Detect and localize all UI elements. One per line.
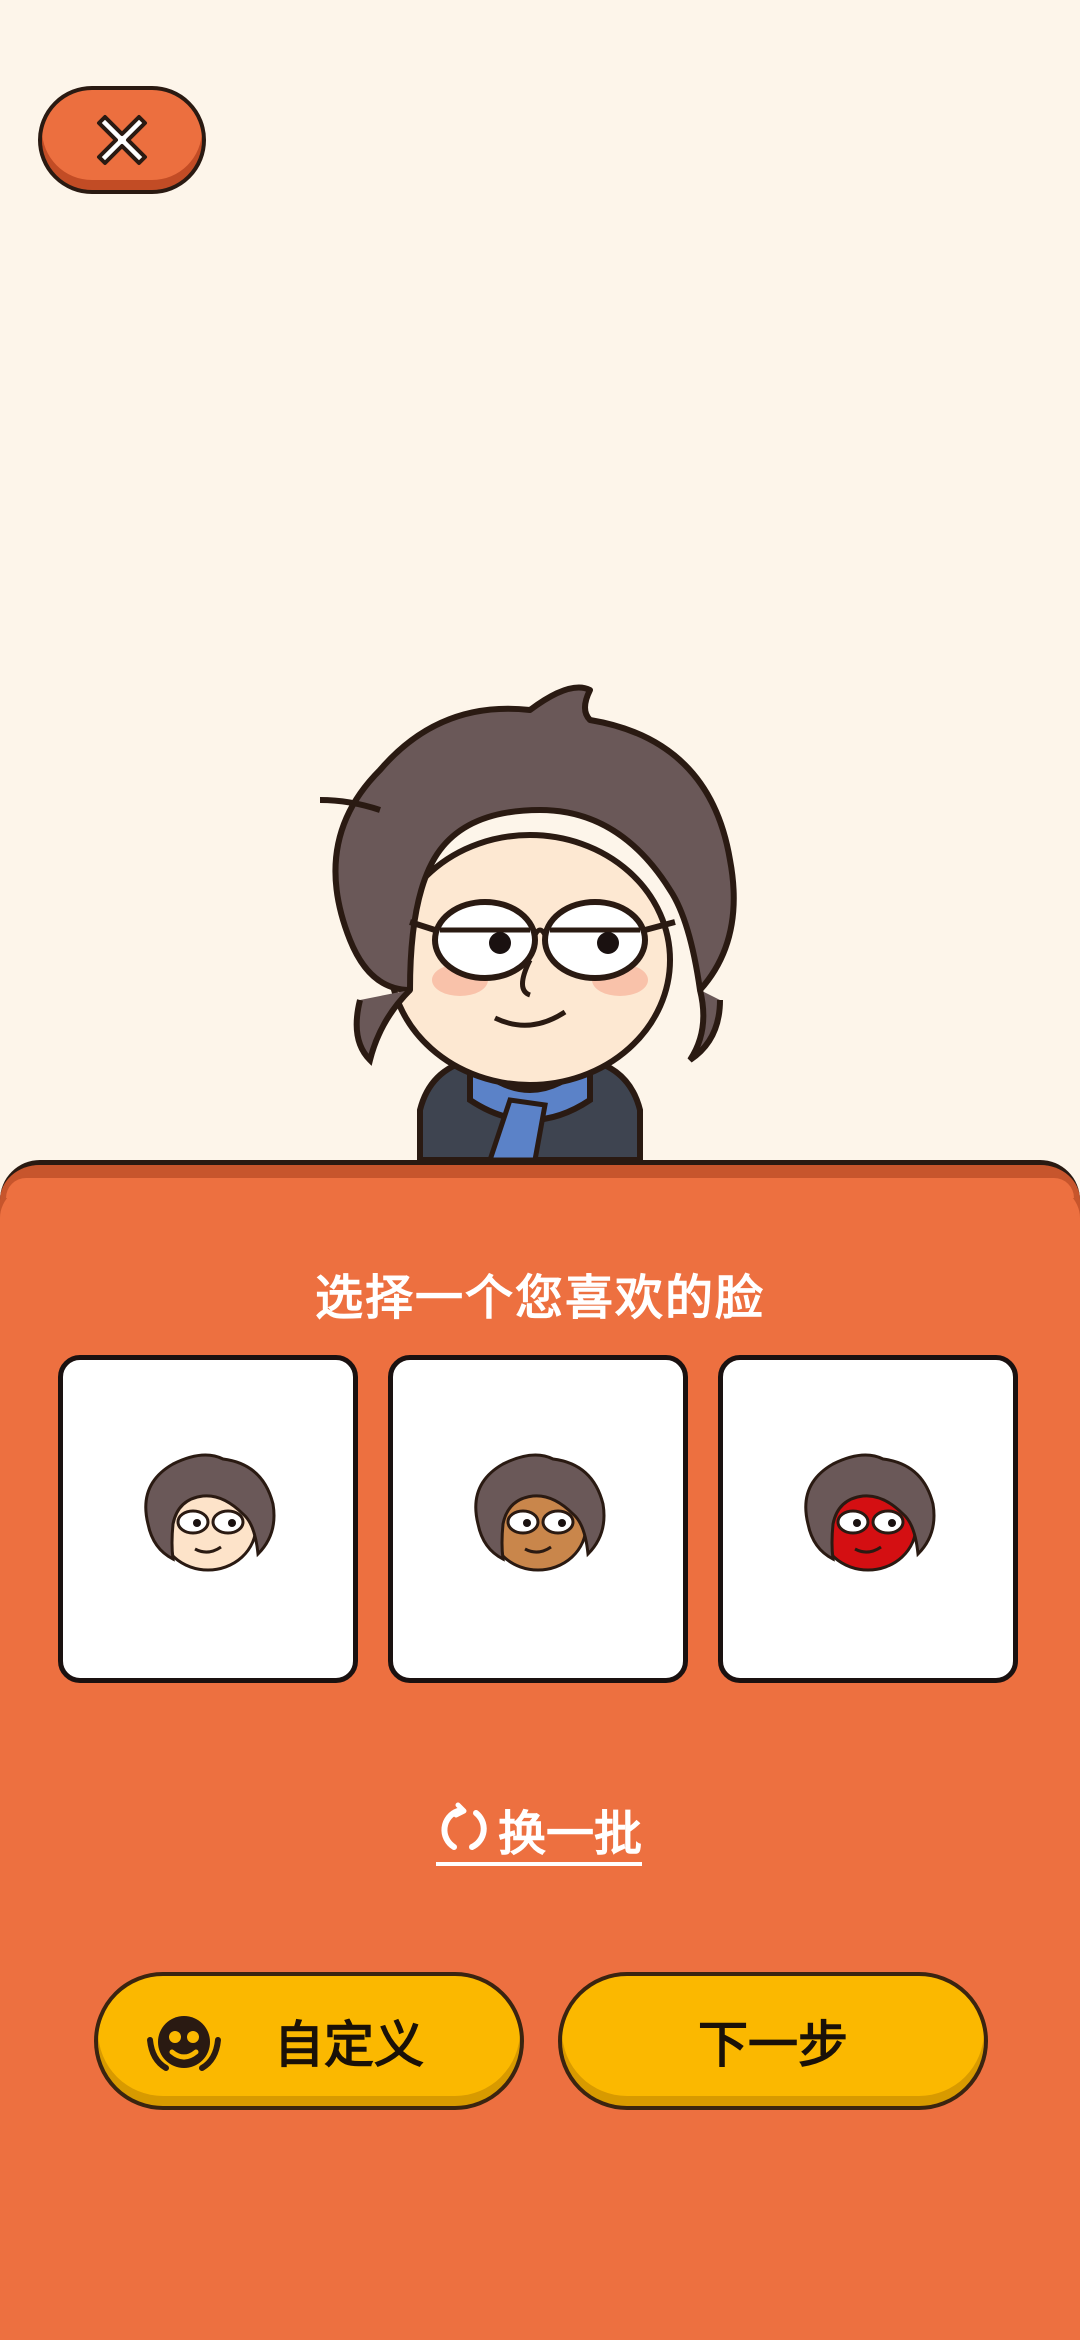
- face-selection-panel: [0, 1160, 1080, 2340]
- face-option-2[interactable]: [388, 1355, 688, 1683]
- customize-button[interactable]: 自定义: [94, 1972, 524, 2110]
- face-option-3[interactable]: [718, 1355, 1018, 1683]
- avatar-preview: [319, 684, 737, 1160]
- refresh-button[interactable]: 换一批: [436, 1796, 642, 1866]
- face-red-icon: [804, 1453, 936, 1572]
- next-label: 下一步: [698, 2016, 848, 2074]
- close-button[interactable]: [38, 86, 206, 194]
- customize-label: 自定义: [274, 2016, 424, 2074]
- face-customize-icon: [147, 2016, 221, 2071]
- close-icon: [97, 115, 147, 165]
- face-tan-icon: [474, 1453, 606, 1572]
- next-button[interactable]: 下一步: [558, 1972, 988, 2110]
- refresh-label: 换一批: [498, 1806, 643, 1862]
- refresh-icon: [441, 1802, 487, 1850]
- panel-edge: [6, 1178, 1074, 1198]
- face-option-1[interactable]: [58, 1355, 358, 1683]
- panel-title: 选择一个您喜欢的脸: [314, 1270, 765, 1326]
- face-light-icon: [144, 1453, 276, 1572]
